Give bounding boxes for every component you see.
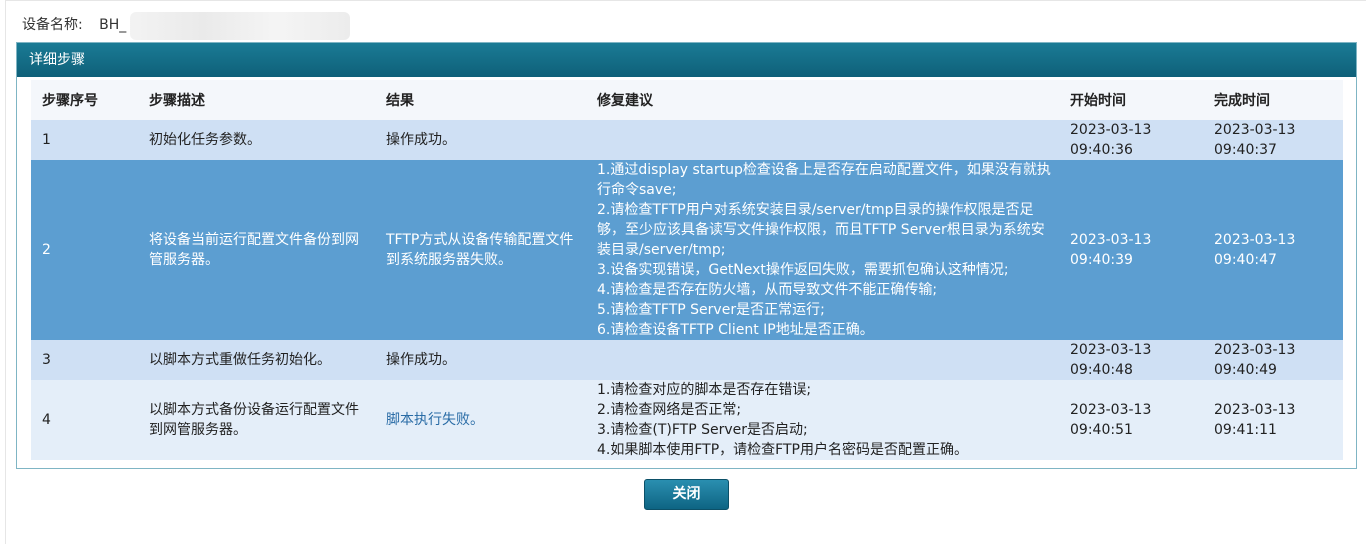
start-date: 2023-03-13 (1070, 342, 1152, 358)
window-left-border (5, 0, 6, 544)
end-date: 2023-03-13 (1214, 402, 1296, 418)
end-date: 2023-03-13 (1214, 342, 1296, 358)
header-start-time: 开始时间 (1059, 80, 1203, 120)
detail-steps-panel: 详细步骤 步骤序号 步骤描述 结果 修复建议 开始时间 完成时间 1 初始化任务… (16, 42, 1357, 469)
panel-title: 详细步骤 (17, 43, 1356, 77)
table-row[interactable]: 2 将设备当前运行配置文件备份到网管服务器。 TFTP方式从设备传输配置文件到系… (31, 160, 1343, 340)
step-start-time: 2023-03-13 09:40:51 (1059, 380, 1203, 460)
step-result: 操作成功。 (375, 340, 586, 380)
header-suggestion: 修复建议 (586, 80, 1059, 120)
step-start-time: 2023-03-13 09:40:39 (1059, 160, 1203, 340)
step-desc: 以脚本方式重做任务初始化。 (138, 340, 375, 380)
start-clock: 09:40:51 (1070, 422, 1133, 438)
start-clock: 09:40:48 (1070, 362, 1133, 378)
device-name-value: BH_ (99, 17, 127, 33)
step-start-time: 2023-03-13 09:40:48 (1059, 340, 1203, 380)
header-step-desc: 步骤描述 (138, 80, 375, 120)
device-name-row: 设备名称: BH_ (22, 15, 126, 35)
step-suggestion: 1.通过display startup检查设备上是否存在启动配置文件，如果没有就… (586, 160, 1059, 340)
suggestion-line: 6.请检查设备TFTP Client IP地址是否正确。 (597, 322, 874, 338)
step-no: 4 (31, 380, 138, 460)
table-row[interactable]: 1 初始化任务参数。 操作成功。 2023-03-13 09:40:36 2023… (31, 120, 1343, 160)
suggestion-line: 2.请检查TFTP用户对系统安装目录/server/tmp目录的操作权限是否足够… (597, 202, 1045, 258)
end-clock: 09:40:49 (1214, 362, 1277, 378)
step-end-time: 2023-03-13 09:40:49 (1203, 340, 1343, 380)
redaction-blur (130, 12, 350, 40)
step-no: 1 (31, 120, 138, 160)
header-end-time: 完成时间 (1203, 80, 1343, 120)
step-suggestion (586, 120, 1059, 160)
steps-table: 步骤序号 步骤描述 结果 修复建议 开始时间 完成时间 1 初始化任务参数。 操… (31, 80, 1343, 460)
table-row[interactable]: 3 以脚本方式重做任务初始化。 操作成功。 2023-03-13 09:40:48… (31, 340, 1343, 380)
table-row[interactable]: 4 以脚本方式备份设备运行配置文件到网管服务器。 脚本执行失败。 1.请检查对应… (31, 380, 1343, 460)
step-desc: 将设备当前运行配置文件备份到网管服务器。 (138, 160, 375, 340)
suggestion-line: 3.设备实现错误，GetNext操作返回失败，需要抓包确认这种情况; (597, 262, 1009, 278)
start-date: 2023-03-13 (1070, 122, 1152, 138)
window-top-border (5, 0, 1366, 1)
end-clock: 09:41:11 (1214, 422, 1277, 438)
suggestion-line: 1.通过display startup检查设备上是否存在启动配置文件，如果没有就… (597, 162, 1051, 198)
suggestion-line: 4.请检查是否存在防火墙，从而导致文件不能正确传输; (597, 282, 938, 298)
step-suggestion (586, 340, 1059, 380)
step-start-time: 2023-03-13 09:40:36 (1059, 120, 1203, 160)
step-end-time: 2023-03-13 09:41:11 (1203, 380, 1343, 460)
end-clock: 09:40:37 (1214, 142, 1277, 158)
step-result: 操作成功。 (375, 120, 586, 160)
step-desc: 以脚本方式备份设备运行配置文件到网管服务器。 (138, 380, 375, 460)
step-end-time: 2023-03-13 09:40:37 (1203, 120, 1343, 160)
start-date: 2023-03-13 (1070, 232, 1152, 248)
suggestion-line: 1.请检查对应的脚本是否存在错误; (597, 382, 812, 398)
close-button[interactable]: 关闭 (644, 479, 729, 510)
step-result: TFTP方式从设备传输配置文件到系统服务器失败。 (375, 160, 586, 340)
table-header-row: 步骤序号 步骤描述 结果 修复建议 开始时间 完成时间 (31, 80, 1343, 120)
suggestion-line: 3.请检查(T)FTP Server是否启动; (597, 422, 808, 438)
suggestion-line: 4.如果脚本使用FTP，请检查FTP用户名密码是否配置正确。 (597, 442, 968, 458)
suggestion-line: 2.请检查网络是否正常; (597, 402, 742, 418)
start-date: 2023-03-13 (1070, 402, 1152, 418)
header-step-no: 步骤序号 (31, 80, 138, 120)
start-clock: 09:40:39 (1070, 252, 1133, 268)
header-result: 结果 (375, 80, 586, 120)
step-suggestion: 1.请检查对应的脚本是否存在错误; 2.请检查网络是否正常; 3.请检查(T)F… (586, 380, 1059, 460)
step-end-time: 2023-03-13 09:40:47 (1203, 160, 1343, 340)
step-no: 3 (31, 340, 138, 380)
end-clock: 09:40:47 (1214, 252, 1277, 268)
step-desc: 初始化任务参数。 (138, 120, 375, 160)
device-name-label: 设备名称: (22, 17, 83, 33)
step-result-link[interactable]: 脚本执行失败。 (375, 380, 586, 460)
suggestion-line: 5.请检查TFTP Server是否正常运行; (597, 302, 825, 318)
end-date: 2023-03-13 (1214, 232, 1296, 248)
start-clock: 09:40:36 (1070, 142, 1133, 158)
end-date: 2023-03-13 (1214, 122, 1296, 138)
step-no: 2 (31, 160, 138, 340)
